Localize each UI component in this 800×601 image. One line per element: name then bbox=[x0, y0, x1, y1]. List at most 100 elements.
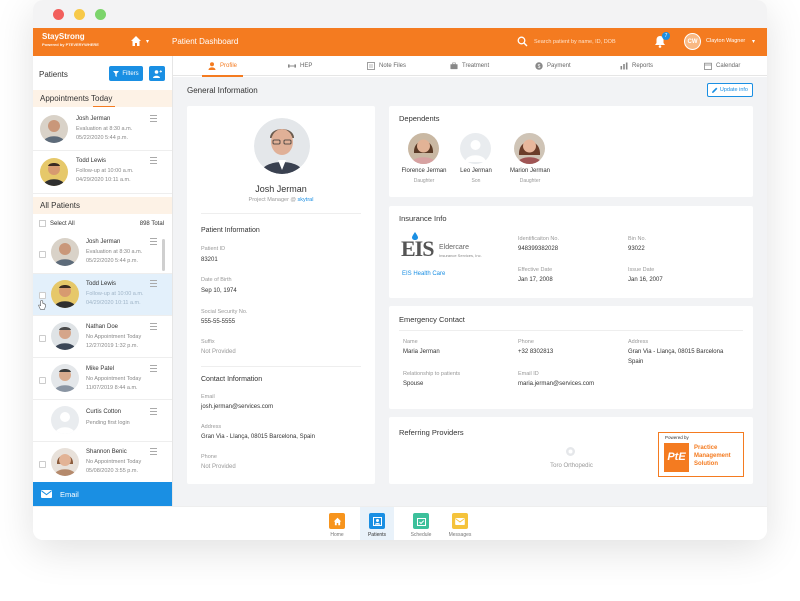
patient-checkbox[interactable] bbox=[39, 251, 46, 258]
default-avatar-icon bbox=[51, 406, 79, 434]
hand-cursor-icon bbox=[38, 300, 46, 310]
user-name[interactable]: Clayton Wagner bbox=[706, 38, 745, 44]
all-patients-heading: All Patients bbox=[33, 197, 172, 214]
add-patient-button[interactable] bbox=[149, 66, 165, 81]
patient-checkbox[interactable] bbox=[39, 461, 46, 468]
patient-date: 11/07/2019 8:44 a.m. bbox=[86, 385, 138, 391]
tab-label: Note Files bbox=[379, 63, 407, 69]
nav-patients[interactable]: Patients bbox=[360, 507, 394, 540]
tab-profile[interactable]: Profile bbox=[201, 56, 244, 77]
emergency-address-line2: Spain bbox=[628, 359, 644, 365]
more-menu-icon[interactable] bbox=[150, 115, 157, 124]
select-all-checkbox[interactable]: Select All bbox=[39, 220, 75, 227]
appointments-today-label: Appointments Today bbox=[40, 94, 113, 103]
patient-name: Todd Lewis bbox=[76, 158, 107, 164]
patient-row[interactable]: Shannon Benic No Appointment Today 05/08… bbox=[33, 442, 172, 484]
update-info-button[interactable]: Update info bbox=[706, 83, 753, 97]
insurer-logo-text: EIS bbox=[401, 236, 434, 261]
checkbox[interactable] bbox=[39, 220, 46, 227]
emergency-phone-label: Phone bbox=[518, 339, 534, 345]
patient-name: Josh Jerman bbox=[76, 116, 111, 122]
appointment-item[interactable]: Josh Jerman Evaluation at 8:30 a.m. 05/2… bbox=[33, 107, 172, 151]
patient-row[interactable]: Mike Patel No Appointment Today 11/07/20… bbox=[33, 358, 172, 400]
nav-label: Patients bbox=[367, 532, 387, 538]
emergency-email-label: Email ID bbox=[518, 371, 539, 377]
patient-name: Josh Jerman bbox=[86, 239, 121, 245]
issue-date-label: Issue Date bbox=[628, 267, 655, 273]
patient-checkbox[interactable] bbox=[39, 335, 46, 342]
section-title: General Information bbox=[187, 86, 258, 95]
tab-hep[interactable]: HEP bbox=[288, 56, 312, 76]
patient-status: Evaluation at 8:30 a.m. bbox=[86, 249, 143, 255]
patient-row[interactable]: Curtis Cotton Pending first login bbox=[33, 400, 172, 442]
patient-checkbox[interactable] bbox=[39, 377, 46, 384]
nav-schedule[interactable]: Schedule bbox=[404, 507, 438, 540]
patient-search-input[interactable] bbox=[534, 34, 644, 49]
chevron-down-icon[interactable]: ▾ bbox=[146, 38, 149, 45]
ssn-value: 555-55-5555 bbox=[201, 319, 236, 325]
issue-date-value: Jan 16, 2007 bbox=[628, 277, 663, 283]
address-value: Gran Via - Llança, 08015 Barcelona, Spai… bbox=[201, 434, 315, 440]
close-window-button[interactable] bbox=[53, 9, 64, 20]
insurer-name[interactable]: EIS Health Care bbox=[402, 271, 445, 277]
tab-label: Payment bbox=[547, 63, 571, 69]
patient-row[interactable]: Josh Jerman Evaluation at 8:30 a.m. 05/2… bbox=[33, 232, 172, 274]
more-menu-icon[interactable] bbox=[150, 323, 157, 332]
tab-reports[interactable]: Reports bbox=[620, 56, 653, 76]
page-title: Patient Dashboard bbox=[172, 37, 239, 46]
dependent-photo[interactable] bbox=[514, 133, 545, 164]
profile-company-link[interactable]: skytral bbox=[298, 197, 314, 203]
badge-line2: Management bbox=[694, 453, 731, 459]
brand-logo[interactable]: StayStrong Powered by PTEVERYWHERE bbox=[42, 32, 99, 47]
patient-date: 12/27/2019 1:32 p.m. bbox=[86, 343, 138, 349]
briefcase-icon bbox=[450, 62, 458, 70]
chevron-down-icon[interactable]: ▾ bbox=[752, 38, 755, 45]
more-menu-icon[interactable] bbox=[150, 448, 157, 457]
tab-calendar[interactable]: Calendar bbox=[704, 56, 740, 76]
patient-name: Shannon Benic bbox=[86, 449, 127, 455]
maximize-window-button[interactable] bbox=[95, 9, 106, 20]
patient-row-selected[interactable]: Todd Lewis Follow-up at 10:00 a.m. 04/29… bbox=[33, 274, 172, 316]
more-menu-icon[interactable] bbox=[150, 408, 157, 417]
emergency-phone-value: +32 8302813 bbox=[518, 349, 554, 355]
more-menu-icon[interactable] bbox=[150, 157, 157, 166]
email-button[interactable]: Email bbox=[33, 482, 172, 506]
provider-name[interactable]: Toro Orthopedic bbox=[519, 463, 624, 469]
user-avatar[interactable]: CW bbox=[684, 33, 701, 50]
nav-label: Schedule bbox=[410, 532, 432, 538]
update-info-label: Update info bbox=[719, 87, 748, 93]
insurance-title: Insurance Info bbox=[399, 214, 447, 223]
appointment-item[interactable]: Todd Lewis Follow-up at 10:00 a.m. 04/29… bbox=[33, 151, 172, 194]
tab-label: Treatment bbox=[462, 63, 490, 69]
tab-payment[interactable]: $ Payment bbox=[535, 56, 571, 76]
nav-messages[interactable]: Messages bbox=[443, 507, 477, 540]
more-menu-icon[interactable] bbox=[150, 365, 157, 374]
patients-total: 898 Total bbox=[139, 221, 164, 227]
phone-label: Phone bbox=[201, 454, 217, 460]
default-avatar-icon[interactable] bbox=[460, 133, 491, 164]
dependent-name: Marion Jerman bbox=[509, 168, 550, 174]
patient-row[interactable]: Nathan Doe No Appointment Today 12/27/20… bbox=[33, 316, 172, 358]
patient-photo bbox=[51, 364, 79, 392]
tab-label: Calendar bbox=[716, 63, 741, 69]
insurance-id-value: 948399382028 bbox=[518, 246, 559, 252]
person-icon bbox=[208, 62, 216, 70]
more-menu-icon[interactable] bbox=[150, 280, 157, 289]
filters-button[interactable]: Filters bbox=[109, 66, 143, 81]
nav-label: Messages bbox=[448, 532, 472, 538]
nav-home[interactable]: Home bbox=[320, 507, 354, 540]
dependent-photo[interactable] bbox=[408, 133, 439, 164]
tab-note-files[interactable]: Note Files bbox=[367, 56, 406, 76]
patient-name: Nathan Doe bbox=[86, 324, 119, 330]
insurance-id-label: Identificaiton No. bbox=[518, 236, 559, 242]
more-menu-icon[interactable] bbox=[150, 238, 157, 247]
profile-name: Josh Jerman bbox=[255, 184, 307, 194]
patient-checkbox[interactable] bbox=[39, 292, 46, 299]
brand-name: StayStrong bbox=[42, 32, 85, 41]
add-user-icon bbox=[152, 69, 162, 78]
tab-treatment[interactable]: Treatment bbox=[450, 56, 489, 76]
minimize-window-button[interactable] bbox=[74, 9, 85, 20]
home-icon[interactable] bbox=[130, 35, 142, 47]
pte-badge[interactable]: Powered by PtE Practice Management Solut… bbox=[658, 432, 744, 477]
effective-date-label: Effective Date bbox=[518, 267, 553, 273]
